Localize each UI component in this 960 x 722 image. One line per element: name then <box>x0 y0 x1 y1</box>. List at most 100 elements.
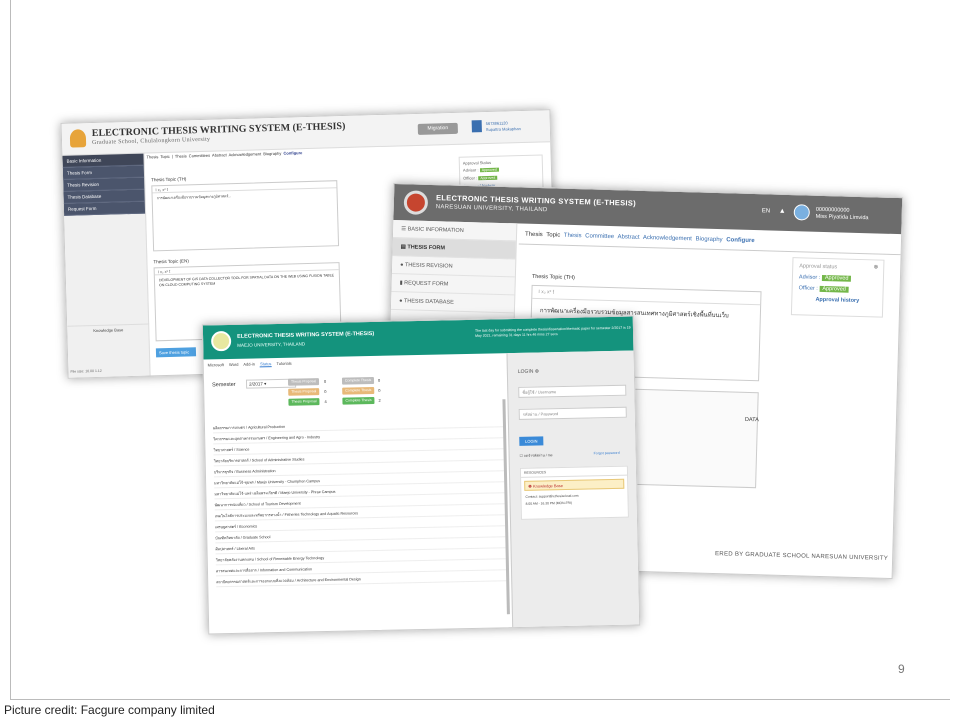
university-logo-icon <box>403 190 429 215</box>
contact-hours: 8.00 AM - 16.30 PM (MON-FRI) <box>525 500 573 506</box>
picture-credit: Picture credit: Facgure company limited <box>4 703 215 717</box>
advisor-label: Advisor <box>798 274 818 281</box>
sidebar-item-request-form[interactable]: Request Form <box>63 201 146 216</box>
approval-panel: ⊗ Approval status Advisor : Approved Off… <box>790 257 885 318</box>
tab-abstract[interactable]: Abstract <box>617 234 639 241</box>
tab-thesis-topic[interactable]: Thesis Topic <box>525 232 560 239</box>
university-logo-icon <box>69 129 87 148</box>
stat-badge[interactable]: Complete Thesis <box>342 386 375 395</box>
university-logo-icon <box>210 330 232 352</box>
stat-badge[interactable]: Complete Thesis <box>341 376 375 385</box>
status-badge: Approved <box>821 274 852 282</box>
tab-thesis-committee[interactable]: Thesis Committee <box>564 233 615 240</box>
topic-th-label: Thesis Topic (TH) <box>151 176 187 183</box>
language-switch[interactable]: EN <box>762 208 771 214</box>
chevron-down-icon: ▾ <box>264 381 267 387</box>
login-panel: LOGIN ⊕ ชื่อผู้ใช้ / Username รหัสผ่าน /… <box>506 350 641 630</box>
slide-frame-left <box>10 0 11 700</box>
deadline-notice: The last day for submitting the complete… <box>474 325 631 338</box>
topic-en-text: DATA <box>744 416 759 424</box>
remember-label: จดจำรหัสผ่าน / me <box>523 453 553 458</box>
topic-en-label: Thesis Topic (EN) <box>153 258 189 265</box>
topic-th-label: Thesis Topic (TH) <box>531 273 575 282</box>
sidebar-item-label: THESIS REVISION <box>404 262 453 270</box>
tab-word-addin[interactable]: Microsoft Word Add-in <box>208 361 255 367</box>
stat-badge[interactable]: Thesis Proposal <box>288 398 320 406</box>
user-name[interactable]: 00000000000 Miss Piyatida Limvida <box>816 207 869 222</box>
tab-biography[interactable]: Biography <box>263 151 281 157</box>
login-button[interactable]: LOGIN <box>519 436 544 446</box>
status-badge: Approved <box>819 285 849 293</box>
tab-abstract[interactable]: Abstract <box>212 152 227 157</box>
sidebar-item-label: THESIS FORM <box>407 244 446 252</box>
tab-bar: Microsoft Word Add-in Status Tutorials <box>208 361 292 368</box>
officer-label: Officer <box>463 175 476 181</box>
app-subtitle: MAEJO UNIVERSITY, THAILAND <box>237 341 306 348</box>
status-panel: Semester 2/2017 ▾ Thesis Proposal 0 Thesis… <box>204 366 513 634</box>
sidebar: Basic Information Thesis Form Thesis Rev… <box>62 153 151 379</box>
screenshot-maejo: ELECTRONIC THESIS WRITING SYSTEM (E-THES… <box>201 315 641 635</box>
migration-button[interactable]: Migration <box>417 122 458 135</box>
topic-th-editor[interactable]: I x₂ x² ƭ การพัฒนาเครื่องมือรวบรวมข้อมูล… <box>151 180 340 252</box>
tab-status[interactable]: Status <box>259 361 272 368</box>
approval-history-link[interactable]: Approval history <box>798 294 876 307</box>
stat-count: 0 <box>377 377 381 383</box>
tab-configure[interactable]: Configure <box>283 150 302 156</box>
slide-frame-bottom <box>10 699 950 700</box>
tab-bar: Thesis Topic Thesis Committee Abstract A… <box>525 232 755 244</box>
password-input[interactable]: รหัสผ่าน / Password <box>518 406 627 420</box>
tab-configure[interactable]: Configure <box>726 237 755 244</box>
resources-box: RESOURCES ❶ Knowledge Base Contact: supp… <box>519 465 629 520</box>
faculty-list: ผลิตกรรมการเกษตร / Agricultural Producti… <box>204 366 508 588</box>
user-fullname: Supattra Makaphan <box>485 126 521 133</box>
stat-badge[interactable]: Thesis Proposal <box>287 378 320 386</box>
stat-count: 0 <box>324 388 327 395</box>
stat-count: 2 <box>378 397 381 403</box>
tab-thesis-committees[interactable]: Thesis Committees <box>175 153 210 159</box>
close-icon[interactable]: ⊗ <box>873 262 879 273</box>
app-title: ELECTRONIC THESIS WRITING SYSTEM (E-THES… <box>91 120 346 140</box>
save-topic-button[interactable]: Save thesis topic <box>155 347 197 358</box>
advisor-label: Advisor <box>462 167 477 173</box>
stat-count: 0 <box>323 378 327 385</box>
tab-acknowledgement[interactable]: Acknowledgement <box>228 151 261 157</box>
stat-badge[interactable]: Complete Thesis <box>342 396 375 405</box>
stat-count: 4 <box>324 398 327 405</box>
header: ELECTRONIC THESIS WRITING SYSTEM (E-THES… <box>61 110 551 156</box>
status-badge: Approved <box>478 175 498 181</box>
sidebar-item-thesis-database[interactable]: ● THESIS DATABASE <box>390 291 515 314</box>
user-fullname: Miss Piyatida Limvida <box>815 213 869 222</box>
status-badge: Approved <box>479 167 499 173</box>
knowledge-base-link[interactable]: ❶ Knowledge Base <box>524 478 625 491</box>
stat-count: 0 <box>378 387 381 393</box>
sidebar-item-label: BASIC INFORMATION <box>407 226 464 234</box>
bell-icon[interactable]: ▲ <box>779 208 786 215</box>
sidebar-item-label: THESIS DATABASE <box>403 298 454 306</box>
tab-thesis-topic[interactable]: Thesis Topic <box>146 154 169 160</box>
user-name[interactable]: 5673861120 Supattra Makaphan <box>486 120 521 133</box>
file-size-label: File size: 10.00 1.12 <box>70 368 102 374</box>
app-title: ELECTRONIC THESIS WRITING SYSTEM (E-THES… <box>237 330 375 340</box>
user-icon[interactable] <box>471 120 482 133</box>
officer-label: Officer <box>798 285 815 292</box>
stat-badge[interactable]: Thesis Proposal <box>288 388 320 396</box>
tab-biography[interactable]: Biography <box>695 236 722 243</box>
forgot-password-link[interactable]: Forgot password <box>594 451 620 456</box>
semester-value: 2/2017 <box>249 381 263 387</box>
username-input[interactable]: ชื่อผู้ใช้ / Username <box>518 384 627 398</box>
page-number: 9 <box>898 662 905 676</box>
login-heading: LOGIN ⊕ <box>517 368 540 375</box>
app-subtitle: NARESUAN UNIVERSITY, THAILAND <box>435 204 548 214</box>
stats-group: Thesis Proposal 0 Thesis Proposal 0 Thesis P… <box>204 366 508 406</box>
remember-me-checkbox[interactable]: ☐ จดจำรหัสผ่าน / me <box>520 452 553 459</box>
tab-divider <box>518 243 903 256</box>
slide: ELECTRONIC THESIS WRITING SYSTEM (E-THES… <box>0 0 960 722</box>
tab-tutorials[interactable]: Tutorials <box>276 361 291 366</box>
knowledge-base-label: Knowledge Base <box>532 483 564 489</box>
semester-label: Semester <box>212 381 236 389</box>
sidebar-item-label: REQUEST FORM <box>404 280 449 288</box>
avatar[interactable] <box>793 204 810 221</box>
tab-acknowledgement[interactable]: Acknowledgement <box>643 235 692 242</box>
resources-heading: RESOURCES <box>520 466 628 478</box>
knowledge-base-link[interactable]: Knowledge Base <box>67 323 150 336</box>
